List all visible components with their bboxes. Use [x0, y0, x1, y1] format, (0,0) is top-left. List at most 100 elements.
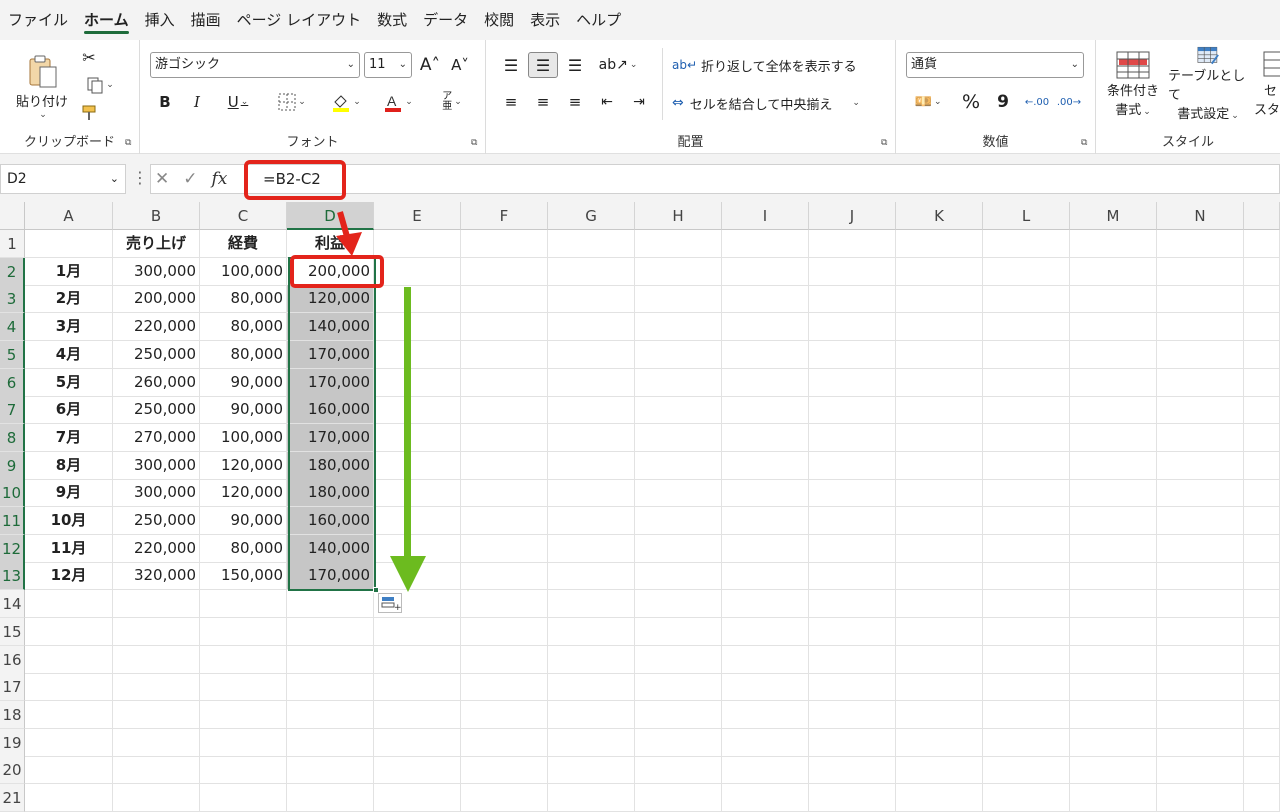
borders-button[interactable]: ⌄	[270, 90, 314, 114]
cell-c9[interactable]: 120,000	[200, 451, 287, 480]
column-header-l[interactable]: L	[983, 202, 1070, 230]
cell-l2[interactable]	[983, 257, 1070, 286]
cell-h11[interactable]	[635, 507, 722, 535]
cell-a16[interactable]	[25, 645, 113, 674]
cell-d7[interactable]: 160,000	[287, 396, 374, 425]
cell-h13[interactable]	[635, 562, 722, 591]
paste-button[interactable]: 貼り付け ⌄	[14, 46, 70, 126]
quick-analysis-button[interactable]: +	[378, 593, 402, 613]
cell-c5[interactable]: 80,000	[200, 340, 287, 369]
cell-k5[interactable]	[896, 340, 983, 369]
dialog-launcher-icon[interactable]: ⧉	[881, 138, 891, 148]
cell-f8[interactable]	[461, 423, 548, 452]
decrease-font-size-button[interactable]: A˅	[448, 52, 472, 78]
cell-f7[interactable]	[461, 396, 548, 425]
cell-j10[interactable]	[809, 479, 896, 508]
cell-l14[interactable]	[983, 590, 1070, 619]
cell-j12[interactable]	[809, 534, 896, 563]
column-header-i[interactable]: I	[722, 202, 809, 230]
cell-m16[interactable]	[1070, 645, 1157, 674]
cell-i9[interactable]	[722, 451, 809, 480]
cell-a21[interactable]	[25, 784, 113, 812]
cell-f13[interactable]	[461, 562, 548, 591]
cell-l18[interactable]	[983, 700, 1070, 729]
align-bottom-button[interactable]: ☰	[562, 52, 588, 78]
cell-n13[interactable]	[1157, 562, 1244, 591]
column-header-a[interactable]: A	[25, 202, 113, 230]
cell-h12[interactable]	[635, 534, 722, 563]
conditional-formatting-button[interactable]: 条件付き 書式 ⌄	[1102, 46, 1164, 122]
cell-i8[interactable]	[722, 423, 809, 452]
column-header-n[interactable]: N	[1157, 202, 1244, 230]
cell-k3[interactable]	[896, 285, 983, 314]
cell-n2[interactable]	[1157, 257, 1244, 286]
decrease-indent-button[interactable]: ⇤	[594, 90, 620, 114]
cell-n4[interactable]	[1157, 313, 1244, 342]
cell-m5[interactable]	[1070, 340, 1157, 369]
cell-a12[interactable]: 11月	[25, 534, 113, 563]
cell-f21[interactable]	[461, 784, 548, 812]
cell-e19[interactable]	[374, 728, 461, 757]
percent-style-button[interactable]: %	[958, 90, 984, 114]
cell-b8[interactable]: 270,000	[113, 423, 200, 452]
cell-m18[interactable]	[1070, 700, 1157, 729]
cell-d15[interactable]	[287, 617, 374, 646]
cell-i16[interactable]	[722, 645, 809, 674]
cell-c13[interactable]: 150,000	[200, 562, 287, 591]
row-header-21[interactable]: 21	[0, 784, 25, 812]
cell-d20[interactable]	[287, 756, 374, 785]
cell-styles-button[interactable]: セ スタ	[1254, 46, 1280, 122]
cell-j9[interactable]	[809, 451, 896, 480]
cell-f15[interactable]	[461, 617, 548, 646]
row-header-9[interactable]: 9	[0, 451, 25, 480]
cell-b17[interactable]	[113, 673, 200, 702]
cell-b20[interactable]	[113, 756, 200, 785]
cell-g15[interactable]	[548, 617, 635, 646]
align-left-button[interactable]: ≡	[498, 90, 524, 114]
cell-l19[interactable]	[983, 728, 1070, 757]
cell-k11[interactable]	[896, 507, 983, 535]
cell-h20[interactable]	[635, 756, 722, 785]
cell-c18[interactable]	[200, 700, 287, 729]
bold-button[interactable]: B	[154, 90, 176, 114]
tab-0[interactable]: ファイル	[4, 0, 80, 40]
cell-m4[interactable]	[1070, 313, 1157, 342]
cell-g5[interactable]	[548, 340, 635, 369]
cell-c21[interactable]	[200, 784, 287, 812]
cell-a8[interactable]: 7月	[25, 423, 113, 452]
more-options-icon[interactable]: ⋮	[132, 168, 148, 187]
row-header-18[interactable]: 18	[0, 700, 25, 729]
cell-e21[interactable]	[374, 784, 461, 812]
copy-button[interactable]: ⌄	[76, 74, 124, 96]
cell-i21[interactable]	[722, 784, 809, 812]
cell-a14[interactable]	[25, 590, 113, 619]
cell-i3[interactable]	[722, 285, 809, 314]
cell-g21[interactable]	[548, 784, 635, 812]
cell-g1[interactable]	[548, 230, 635, 258]
cell-d1[interactable]: 利益	[287, 230, 374, 258]
cell-b15[interactable]	[113, 617, 200, 646]
tab-4[interactable]: ページ レイアウト	[233, 0, 373, 40]
cell-g10[interactable]	[548, 479, 635, 508]
cell-g7[interactable]	[548, 396, 635, 425]
row-header-14[interactable]: 14	[0, 590, 25, 619]
cell-k10[interactable]	[896, 479, 983, 508]
row-header-4[interactable]: 4	[0, 313, 25, 342]
cell-n18[interactable]	[1157, 700, 1244, 729]
row-header-12[interactable]: 12	[0, 534, 25, 563]
cell-f18[interactable]	[461, 700, 548, 729]
cell-j16[interactable]	[809, 645, 896, 674]
cell-l13[interactable]	[983, 562, 1070, 591]
cell-g13[interactable]	[548, 562, 635, 591]
cell-e15[interactable]	[374, 617, 461, 646]
cell-j11[interactable]	[809, 507, 896, 535]
cell-n5[interactable]	[1157, 340, 1244, 369]
dialog-launcher-icon[interactable]: ⧉	[125, 138, 135, 148]
dialog-launcher-icon[interactable]: ⧉	[471, 138, 481, 148]
cell-g11[interactable]	[548, 507, 635, 535]
cell-l12[interactable]	[983, 534, 1070, 563]
cell-n12[interactable]	[1157, 534, 1244, 563]
cell-k6[interactable]	[896, 368, 983, 397]
cell-k18[interactable]	[896, 700, 983, 729]
tab-6[interactable]: データ	[419, 0, 480, 40]
